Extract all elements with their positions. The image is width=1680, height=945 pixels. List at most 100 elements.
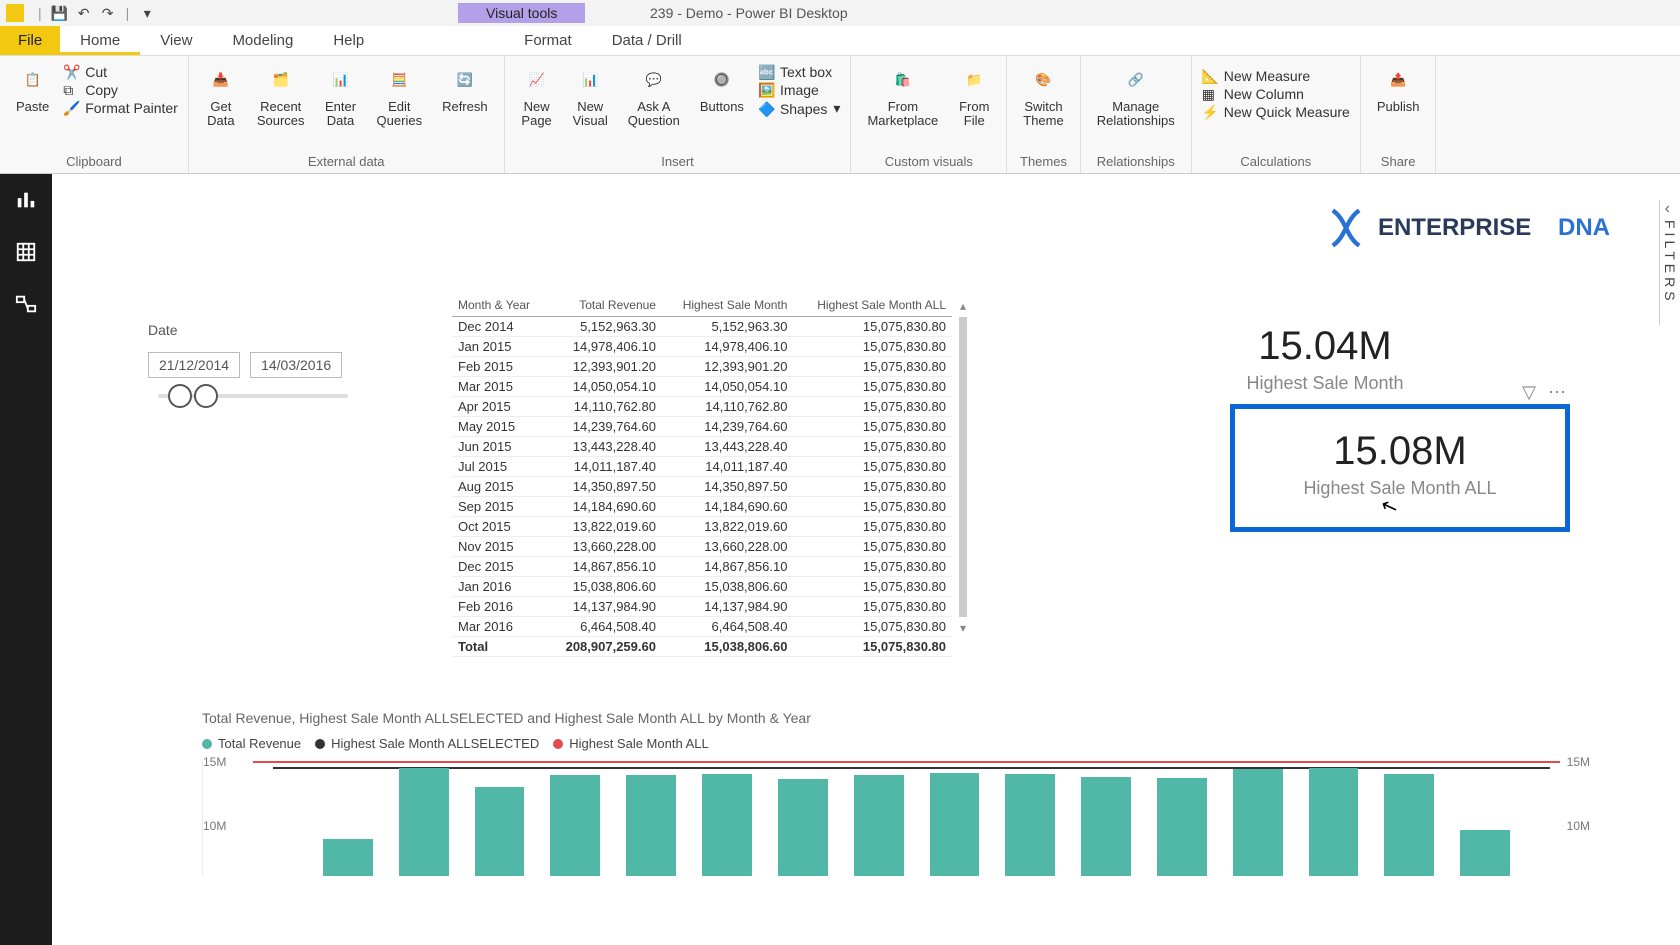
new-column-button[interactable]: ▦New Column xyxy=(1202,86,1350,102)
table-cell: 13,443,228.40 xyxy=(547,437,662,457)
refresh-button[interactable]: 🔄Refresh xyxy=(436,60,494,118)
paste-button[interactable]: 📋Paste xyxy=(10,60,55,118)
chart-bar[interactable] xyxy=(1309,768,1359,876)
table-row[interactable]: Oct 201513,822,019.6013,822,019.6015,075… xyxy=(452,517,952,537)
tab-file[interactable]: File xyxy=(0,26,60,55)
table-header[interactable]: Highest Sale Month xyxy=(662,294,793,317)
chart-bar[interactable] xyxy=(475,787,525,876)
combo-chart-visual[interactable]: Total Revenue, Highest Sale Month ALLSEL… xyxy=(202,710,1590,876)
new-page-button[interactable]: 📈New Page xyxy=(515,60,559,133)
table-row[interactable]: Apr 201514,110,762.8014,110,762.8015,075… xyxy=(452,397,952,417)
table-cell: 12,393,901.20 xyxy=(547,357,662,377)
scroll-thumb[interactable] xyxy=(959,317,967,617)
table-row[interactable]: Jan 201514,978,406.1014,978,406.1015,075… xyxy=(452,337,952,357)
image-button[interactable]: 🖼️Image xyxy=(758,82,841,98)
legend-total-revenue[interactable]: Total Revenue xyxy=(202,736,301,751)
model-view-icon[interactable] xyxy=(10,288,42,320)
table-header[interactable]: Highest Sale Month ALL xyxy=(793,294,952,317)
cut-button[interactable]: ✂️Cut xyxy=(63,64,178,80)
table-row[interactable]: Mar 201514,050,054.1014,050,054.1015,075… xyxy=(452,377,952,397)
chart-bar[interactable] xyxy=(930,773,980,876)
table-scrollbar[interactable]: ▴ ▾ xyxy=(957,299,969,669)
table-header[interactable]: Month & Year xyxy=(452,294,547,317)
table-row[interactable]: Feb 201614,137,984.9014,137,984.9015,075… xyxy=(452,597,952,617)
table-row[interactable]: Jul 201514,011,187.4014,011,187.4015,075… xyxy=(452,457,952,477)
table-row[interactable]: Nov 201513,660,228.0013,660,228.0015,075… xyxy=(452,537,952,557)
slicer-from-value[interactable]: 21/12/2014 xyxy=(148,352,240,378)
table-row[interactable]: Feb 201512,393,901.2012,393,901.2015,075… xyxy=(452,357,952,377)
recent-sources-button[interactable]: 🗂️Recent Sources xyxy=(251,60,311,133)
tab-format[interactable]: Format xyxy=(504,26,592,55)
card-highest-sale-month[interactable]: 15.04M Highest Sale Month xyxy=(1160,324,1490,394)
textbox-button[interactable]: 🔤Text box xyxy=(758,64,841,80)
redo-button[interactable]: ↷ xyxy=(98,3,118,23)
chart-bar[interactable] xyxy=(550,775,600,876)
new-visual-button[interactable]: 📊New Visual xyxy=(567,60,614,133)
chart-bar[interactable] xyxy=(323,839,373,876)
scroll-up-icon[interactable]: ▴ xyxy=(957,299,969,313)
manage-relationships-button[interactable]: 🔗Manage Relationships xyxy=(1091,60,1181,133)
new-measure-button[interactable]: 📐New Measure xyxy=(1202,68,1350,84)
undo-button[interactable]: ↶ xyxy=(74,3,94,23)
table-row[interactable]: Jan 201615,038,806.6015,038,806.6015,075… xyxy=(452,577,952,597)
chart-bar[interactable] xyxy=(1460,830,1510,876)
table-row[interactable]: Mar 20166,464,508.406,464,508.4015,075,8… xyxy=(452,617,952,637)
chart-bar[interactable] xyxy=(1081,777,1131,876)
slicer-thumb-right[interactable] xyxy=(194,384,218,408)
chart-bar[interactable] xyxy=(399,768,449,876)
ask-question-button[interactable]: 💬Ask A Question xyxy=(622,60,686,133)
from-file-button[interactable]: 📁From File xyxy=(952,60,996,133)
table-row[interactable]: Aug 201514,350,897.5014,350,897.5015,075… xyxy=(452,477,952,497)
date-slicer[interactable]: Date 21/12/2014 14/03/2016 xyxy=(148,322,368,398)
report-canvas[interactable]: Date 21/12/2014 14/03/2016 Month & YearT… xyxy=(52,174,1650,945)
table-visual[interactable]: Month & YearTotal RevenueHighest Sale Mo… xyxy=(452,294,952,657)
slicer-track[interactable] xyxy=(158,394,348,398)
table-row[interactable]: Jun 201513,443,228.4013,443,228.4015,075… xyxy=(452,437,952,457)
chart-bar[interactable] xyxy=(854,775,904,876)
new-quick-measure-button[interactable]: ⚡New Quick Measure xyxy=(1202,104,1350,120)
scroll-down-icon[interactable]: ▾ xyxy=(957,621,969,635)
table-cell: 6,464,508.40 xyxy=(662,617,793,637)
chart-bar[interactable] xyxy=(1005,774,1055,876)
table-row[interactable]: Sep 201514,184,690.6014,184,690.6015,075… xyxy=(452,497,952,517)
slicer-to-value[interactable]: 14/03/2016 xyxy=(250,352,342,378)
edit-queries-button[interactable]: 🧮Edit Queries xyxy=(371,60,429,133)
slicer-thumb-left[interactable] xyxy=(168,384,192,408)
from-marketplace-button[interactable]: 🛍️From Marketplace xyxy=(861,60,944,133)
table-row[interactable]: May 201514,239,764.6014,239,764.6015,075… xyxy=(452,417,952,437)
shapes-button[interactable]: 🔷Shapes ▾ xyxy=(758,100,841,117)
filter-icon[interactable]: ▽ xyxy=(1522,382,1536,403)
tab-modeling[interactable]: Modeling xyxy=(212,26,313,55)
qat-customize[interactable]: ▾ xyxy=(137,3,157,23)
tab-view[interactable]: View xyxy=(140,26,212,55)
switch-theme-button[interactable]: 🎨Switch Theme xyxy=(1017,60,1069,133)
legend-allselected[interactable]: Highest Sale Month ALLSELECTED xyxy=(315,736,539,751)
chart-bar[interactable] xyxy=(778,779,828,876)
buttons-button[interactable]: 🔘Buttons xyxy=(694,60,750,118)
chart-bar[interactable] xyxy=(1157,778,1207,876)
chart-bar[interactable] xyxy=(702,774,752,876)
chart-bar[interactable] xyxy=(626,775,676,876)
tab-home[interactable]: Home xyxy=(60,26,140,55)
publish-button[interactable]: 📤Publish xyxy=(1371,60,1426,118)
get-data-button[interactable]: 📥Get Data xyxy=(199,60,243,133)
table-row[interactable]: Dec 201514,867,856.1014,867,856.1015,075… xyxy=(452,557,952,577)
legend-all[interactable]: Highest Sale Month ALL xyxy=(553,736,708,751)
contextual-tab-visual-tools[interactable]: Visual tools xyxy=(458,3,585,23)
chart-bar[interactable] xyxy=(1384,774,1434,876)
table-row[interactable]: Dec 20145,152,963.305,152,963.3015,075,8… xyxy=(452,317,952,337)
tab-help[interactable]: Help xyxy=(313,26,384,55)
chart-bar[interactable] xyxy=(1233,769,1283,876)
copy-button[interactable]: ⧉Copy xyxy=(63,82,178,98)
more-options-icon[interactable]: ⋯ xyxy=(1548,382,1566,403)
table-header[interactable]: Total Revenue xyxy=(547,294,662,317)
tab-datadrill[interactable]: Data / Drill xyxy=(592,26,702,55)
chart-plot-area[interactable]: 15M 15M 10M 10M xyxy=(202,761,1590,876)
save-button[interactable]: 💾 xyxy=(50,3,70,23)
filters-pane-collapsed[interactable]: FILTERS xyxy=(1659,200,1680,325)
card-highest-sale-month-all[interactable]: 15.08M Highest Sale Month ALL xyxy=(1230,404,1570,532)
enter-data-button[interactable]: 📊Enter Data xyxy=(319,60,363,133)
data-view-icon[interactable] xyxy=(10,236,42,268)
format-painter-button[interactable]: 🖌️Format Painter xyxy=(63,100,178,116)
report-view-icon[interactable] xyxy=(10,184,42,216)
